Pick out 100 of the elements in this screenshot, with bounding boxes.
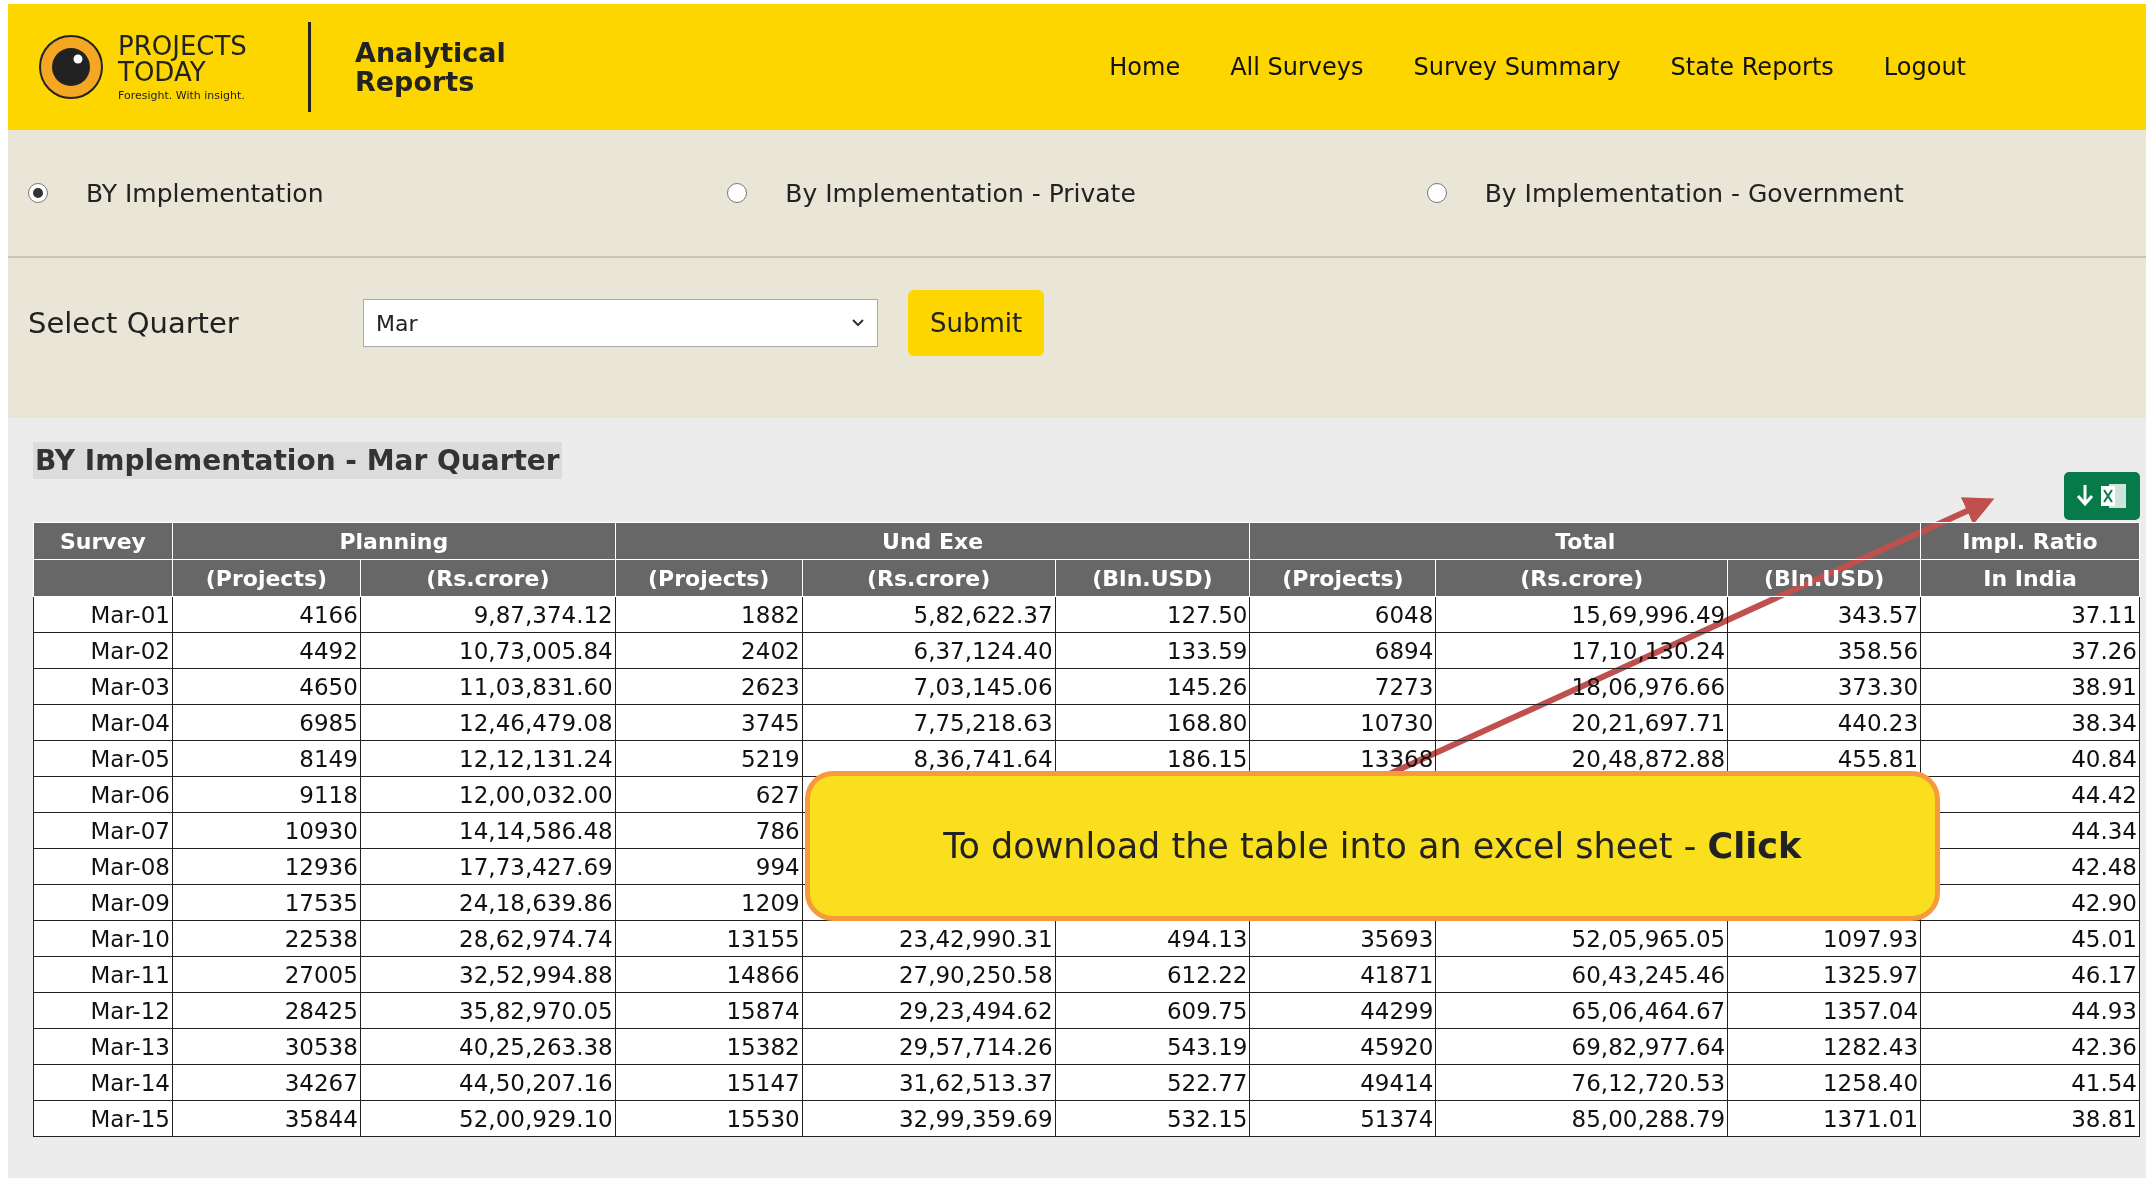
table-cell: 9118 <box>172 776 361 813</box>
table-cell: 522.77 <box>1055 1064 1250 1101</box>
table-cell: 45920 <box>1249 1028 1436 1065</box>
table-cell: 627 <box>615 776 803 813</box>
nav-link[interactable]: State Reports <box>1670 53 1834 81</box>
table-cell: 12936 <box>172 848 361 885</box>
table-cell: 358.56 <box>1727 632 1921 669</box>
radio-button[interactable] <box>727 183 748 203</box>
table-cell: 49414 <box>1249 1064 1436 1101</box>
table-cell: 27005 <box>172 956 361 993</box>
table-cell: 20,21,697.71 <box>1435 704 1728 741</box>
table-cell: 15,69,996.49 <box>1435 596 1728 633</box>
radio-button[interactable] <box>1426 183 1447 203</box>
table-cell: 10,73,005.84 <box>360 632 616 669</box>
table-cell: Mar-10 <box>33 920 173 957</box>
table-cell: 543.19 <box>1055 1028 1250 1065</box>
table-cell: Mar-12 <box>33 992 173 1029</box>
table-cell: 14,14,586.48 <box>360 812 616 849</box>
quarter-dropdown[interactable]: Mar <box>363 299 878 347</box>
download-excel-icon <box>2075 481 2129 511</box>
table-cell: Mar-02 <box>33 632 173 669</box>
table-cell: Mar-13 <box>33 1028 173 1065</box>
column-header: (Rs.crore) <box>360 559 616 597</box>
table-cell: Mar-06 <box>33 776 173 813</box>
table-cell: 5219 <box>615 740 803 777</box>
radio-label: BY Implementation <box>86 178 324 208</box>
table-cell: 52,00,929.10 <box>360 1100 616 1137</box>
table-cell: 41.54 <box>1920 1064 2140 1101</box>
table-cell: 37.26 <box>1920 632 2140 669</box>
nav-link[interactable]: Survey Summary <box>1413 53 1621 81</box>
table-cell: 38.91 <box>1920 668 2140 705</box>
table-cell: 168.80 <box>1055 704 1250 741</box>
table-cell: 12,00,032.00 <box>360 776 616 813</box>
table-cell: 10930 <box>172 812 361 849</box>
table-cell: 4166 <box>172 596 361 633</box>
table-cell: 29,23,494.62 <box>802 992 1056 1029</box>
column-header: (Projects) <box>1249 559 1436 597</box>
table-cell: 11,03,831.60 <box>360 668 616 705</box>
table-cell: 60,43,245.46 <box>1435 956 1728 993</box>
table-cell: 1209 <box>615 884 803 921</box>
table-cell: 15874 <box>615 992 803 1029</box>
column-group-header: Und Exe <box>615 522 1250 560</box>
table-cell: 24,18,639.86 <box>360 884 616 921</box>
table-cell: 494.13 <box>1055 920 1250 957</box>
table-cell: 12,46,479.08 <box>360 704 616 741</box>
table-cell: 3745 <box>615 704 803 741</box>
table-cell: 2623 <box>615 668 803 705</box>
table-cell: 15147 <box>615 1064 803 1101</box>
table-cell: Mar-04 <box>33 704 173 741</box>
table-cell: Mar-03 <box>33 668 173 705</box>
table-cell: 1371.01 <box>1727 1100 1921 1137</box>
table-cell: 14866 <box>615 956 803 993</box>
table-cell: 52,05,965.05 <box>1435 920 1728 957</box>
excel-download-button[interactable] <box>2064 472 2140 520</box>
table-cell: 6894 <box>1249 632 1436 669</box>
table-cell: 13155 <box>615 920 803 957</box>
table-cell: 46.17 <box>1920 956 2140 993</box>
table-cell: 1357.04 <box>1727 992 1921 1029</box>
table-cell: 38.34 <box>1920 704 2140 741</box>
table-cell: Mar-05 <box>33 740 173 777</box>
column-group-header: Impl. Ratio <box>1920 522 2140 560</box>
table-cell: 9,87,374.12 <box>360 596 616 633</box>
submit-button[interactable]: Submit <box>908 290 1045 356</box>
table-cell: 34267 <box>172 1064 361 1101</box>
table-cell: 612.22 <box>1055 956 1250 993</box>
table-cell: 127.50 <box>1055 596 1250 633</box>
column-group-header: Planning <box>172 522 616 560</box>
table-cell: 4650 <box>172 668 361 705</box>
table-cell: 4492 <box>172 632 361 669</box>
column-group-header: Total <box>1249 522 1921 560</box>
nav-link[interactable]: Home <box>1109 53 1181 81</box>
table-cell: 38.81 <box>1920 1100 2140 1137</box>
nav-link[interactable]: All Surveys <box>1230 53 1364 81</box>
table-cell: 7,03,145.06 <box>802 668 1056 705</box>
nav-link[interactable]: Logout <box>1883 53 1966 81</box>
table-cell: 17,73,427.69 <box>360 848 616 885</box>
table-cell: 343.57 <box>1727 596 1921 633</box>
table-cell: 17535 <box>172 884 361 921</box>
field-label: Select Quarter <box>28 306 240 340</box>
radio-button[interactable] <box>28 183 48 203</box>
radio-label: By Implementation - Private <box>785 178 1136 208</box>
table-cell: 32,52,994.88 <box>360 956 616 993</box>
radio-label: By Implementation - Government <box>1484 178 1904 208</box>
table-cell: 27,90,250.58 <box>802 956 1056 993</box>
product-name: Analytical Reports <box>355 38 507 96</box>
table-cell: Mar-08 <box>33 848 173 885</box>
table-cell: Mar-09 <box>33 884 173 921</box>
table-cell: Mar-01 <box>33 596 173 633</box>
table-cell: 35,82,970.05 <box>360 992 616 1029</box>
table-cell: 28425 <box>172 992 361 1029</box>
column-group-header: Survey <box>33 522 173 560</box>
table-cell: 40,25,263.38 <box>360 1028 616 1065</box>
callout-box: To download the table into an excel sheet - Click <box>804 771 1940 921</box>
table-cell: 44299 <box>1249 992 1436 1029</box>
table-cell: 440.23 <box>1727 704 1921 741</box>
table-cell: 6985 <box>172 704 361 741</box>
table-cell: 69,82,977.64 <box>1435 1028 1728 1065</box>
table-cell: 1258.40 <box>1727 1064 1921 1101</box>
table-cell: 44.93 <box>1920 992 2140 1029</box>
report-title: BY Implementation - Mar Quarter <box>33 442 562 479</box>
